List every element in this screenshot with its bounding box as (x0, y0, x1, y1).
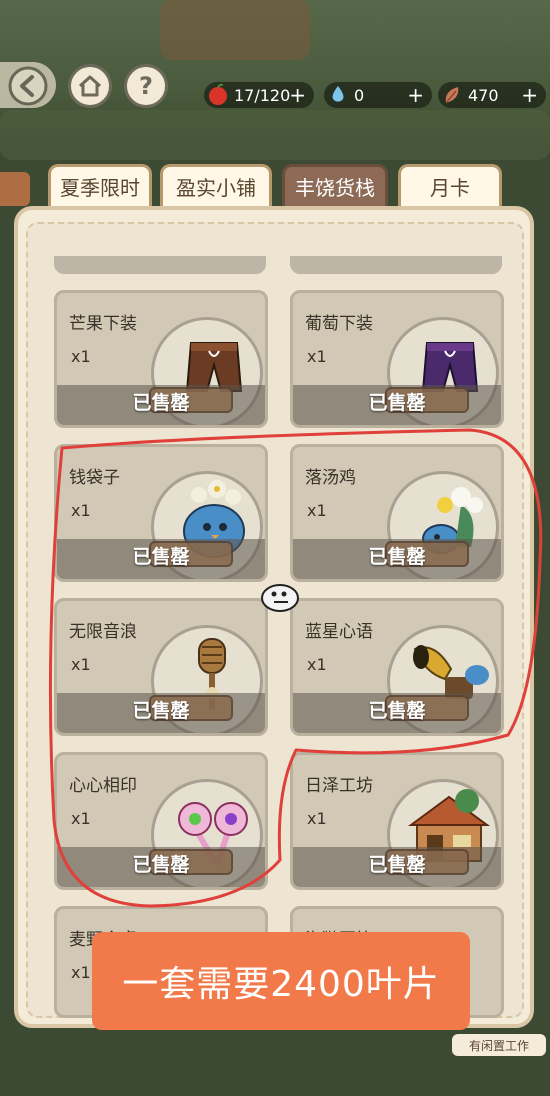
shop-tabs: 夏季限时 盈实小铺 丰饶货栈 月卡 (0, 160, 550, 210)
sold-out-label: 已售罄 (132, 700, 190, 722)
item-card[interactable]: 落汤鸡 x1 已售罄 (290, 444, 504, 582)
item-quantity: x1 (71, 655, 91, 674)
leaf-plus-button[interactable]: + (521, 83, 538, 107)
apple-icon (209, 83, 227, 105)
tab-warehouse[interactable]: 丰饶货栈 (282, 164, 388, 206)
card-stub (290, 256, 502, 274)
scene-decoration (160, 0, 310, 60)
item-card[interactable]: 钱袋子 x1 已售罄 (54, 444, 268, 582)
item-quantity: x1 (307, 809, 327, 828)
item-name: 无限音浪 (69, 622, 137, 642)
sold-out-label: 已售罄 (368, 700, 426, 722)
home-icon (78, 75, 102, 97)
item-card[interactable]: 心心相印 x1 已售罄 (54, 752, 268, 890)
item-card[interactable]: 无限音浪 x1 已售罄 (54, 598, 268, 736)
item-name: 心心相印 (69, 776, 137, 796)
item-quantity: x1 (307, 655, 327, 674)
card-stub (54, 256, 266, 274)
idle-work-hint[interactable]: 有闲置工作 (452, 1034, 546, 1056)
back-arrow-icon (8, 66, 48, 106)
scene-decoration (0, 110, 550, 160)
item-card[interactable]: 日泽工坊 x1 已售罄 (290, 752, 504, 890)
home-button[interactable] (68, 64, 112, 108)
sold-out-label: 已售罄 (368, 546, 426, 568)
resource-water[interactable]: 0 + (324, 82, 432, 108)
apple-plus-button[interactable]: + (289, 83, 306, 107)
item-quantity: x1 (307, 347, 327, 366)
resource-apple[interactable]: 17/120 + (204, 82, 314, 108)
sold-out-label: 已售罄 (132, 854, 190, 876)
apple-count: 17/120 (234, 85, 291, 105)
sold-out-label: 已售罄 (368, 392, 426, 414)
item-name: 葡萄下装 (305, 314, 373, 334)
help-label: ? (139, 72, 153, 100)
leaf-count: 470 (468, 85, 499, 105)
item-quantity: x1 (71, 963, 91, 982)
tab-summer-limited[interactable]: 夏季限时 (48, 164, 152, 206)
item-card[interactable]: 芒果下装 x1 已售罄 (54, 290, 268, 428)
item-name: 日泽工坊 (305, 776, 373, 796)
leaf-cost-message: 一套需要2400叶片 (92, 932, 470, 1030)
item-quantity: x1 (71, 809, 91, 828)
item-quantity: x1 (71, 501, 91, 520)
sold-out-label: 已售罄 (132, 392, 190, 414)
sold-out-label: 已售罄 (132, 546, 190, 568)
item-quantity: x1 (307, 501, 327, 520)
item-name: 落汤鸡 (305, 468, 356, 488)
back-button[interactable] (0, 62, 56, 108)
water-count: 0 (354, 85, 365, 105)
mascot-sticker-icon (261, 584, 299, 612)
sold-out-label: 已售罄 (368, 854, 426, 876)
water-plus-button[interactable]: + (407, 83, 424, 107)
resource-leaf[interactable]: 470 + (438, 82, 546, 108)
item-card[interactable]: 葡萄下装 x1 已售罄 (290, 290, 504, 428)
tab-monthly-card[interactable]: 月卡 (398, 164, 502, 206)
water-drop-icon (332, 86, 344, 102)
leaf-icon (445, 87, 459, 104)
tab-shop[interactable]: 盈实小铺 (160, 164, 272, 206)
item-quantity: x1 (71, 347, 91, 366)
item-name: 芒果下装 (69, 314, 137, 334)
help-button[interactable]: ? (124, 64, 168, 108)
item-card[interactable]: 蓝星心语 x1 已售罄 (290, 598, 504, 736)
item-name: 蓝星心语 (305, 622, 373, 642)
item-name: 钱袋子 (69, 468, 120, 488)
